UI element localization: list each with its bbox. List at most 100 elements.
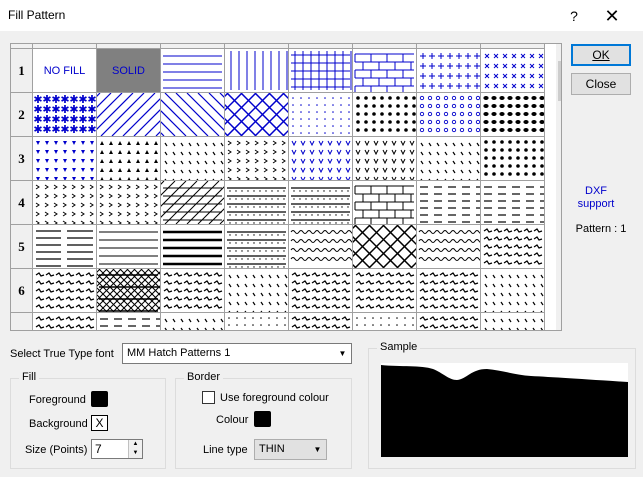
svg-text:✱: ✱ [42, 124, 51, 136]
pattern-swatch [356, 96, 416, 132]
pattern-cell[interactable] [417, 313, 481, 330]
pattern-cell[interactable] [481, 181, 545, 225]
dxf-support-label: DXF support [566, 185, 626, 211]
pattern-cell[interactable] [161, 225, 225, 269]
pattern-cell[interactable] [481, 93, 545, 137]
svg-text:✱: ✱ [69, 124, 78, 136]
ok-button[interactable]: OK [571, 44, 631, 66]
pattern-cell[interactable] [161, 269, 225, 313]
pattern-cell[interactable] [481, 49, 545, 93]
sample-preview [381, 363, 628, 457]
pattern-cell[interactable] [481, 313, 545, 330]
background-color-swatch[interactable]: X [91, 415, 108, 431]
pattern-cell[interactable] [161, 181, 225, 225]
pattern-cell[interactable] [353, 49, 417, 93]
pattern-cell[interactable] [33, 137, 97, 181]
pattern-swatch [100, 318, 160, 327]
pattern-cell[interactable] [289, 313, 353, 330]
pattern-swatch [164, 318, 224, 330]
window-title: Fill Pattern [8, 8, 66, 22]
pattern-cell[interactable] [417, 269, 481, 313]
close-icon[interactable]: ✕ [598, 4, 626, 28]
pattern-swatch [161, 93, 224, 136]
pattern-cell[interactable] [225, 93, 289, 137]
pattern-cell[interactable] [353, 269, 417, 313]
pattern-cell[interactable] [97, 181, 161, 225]
spin-down-icon[interactable]: ▼ [128, 449, 142, 458]
pattern-cell[interactable] [353, 313, 417, 330]
pattern-cell[interactable] [417, 225, 481, 269]
pattern-cell[interactable] [481, 137, 545, 181]
pattern-cell[interactable] [97, 313, 161, 330]
pattern-cell[interactable] [289, 93, 353, 137]
pattern-cell[interactable] [33, 181, 97, 225]
pattern-cell-solid[interactable]: SOLID [97, 49, 161, 93]
pattern-swatch [291, 316, 351, 329]
sample-group-title: Sample [377, 341, 421, 353]
pattern-swatch [291, 140, 351, 180]
pattern-cell[interactable]: ✱ ✱ ✱ ✱ ✱ ✱ ✱ ✱ ✱ ✱ ✱ ✱ ✱ ✱ ✱ ✱ ✱ ✱ ✱ ✱ ✱ ✱ ✱ ✱ ✱ ✱ ✱ ✱ [33, 93, 97, 137]
pattern-cell[interactable] [225, 269, 289, 313]
pattern-cell[interactable] [289, 225, 353, 269]
pattern-cell[interactable] [289, 49, 353, 93]
close-button[interactable]: Close [571, 73, 631, 95]
vertical-scrollbar[interactable]: ▲ ▼ [556, 44, 561, 330]
pattern-cell[interactable] [417, 49, 481, 93]
pattern-cell[interactable] [225, 225, 289, 269]
pattern-cell[interactable] [97, 93, 161, 137]
colour-label: Colour [216, 414, 249, 426]
use-foreground-checkbox[interactable] [202, 391, 215, 404]
pattern-swatch [227, 231, 286, 268]
pattern-cell[interactable] [97, 137, 161, 181]
pattern-cell[interactable] [97, 269, 161, 313]
pattern-cell[interactable] [353, 93, 417, 137]
pattern-cell[interactable] [289, 181, 353, 225]
scroll-up-icon[interactable]: ▲ [556, 44, 561, 61]
pattern-cell[interactable] [161, 49, 225, 93]
pattern-cell[interactable] [289, 137, 353, 181]
foreground-color-swatch[interactable] [91, 391, 108, 407]
pattern-swatch [227, 187, 286, 224]
pattern-swatch [228, 274, 288, 312]
pattern-swatch [161, 181, 224, 224]
pattern-cell[interactable] [33, 269, 97, 313]
pattern-cell[interactable] [161, 137, 225, 181]
pattern-cell[interactable] [417, 181, 481, 225]
pattern-cell[interactable] [417, 137, 481, 181]
pattern-cell[interactable] [225, 313, 289, 330]
pattern-cell[interactable] [161, 93, 225, 137]
pattern-swatch [419, 316, 479, 329]
border-color-swatch[interactable] [254, 411, 271, 427]
pattern-cell[interactable] [481, 225, 545, 269]
pattern-swatch [356, 317, 414, 326]
help-icon[interactable]: ? [560, 4, 588, 28]
pattern-cell[interactable] [33, 313, 97, 330]
size-spinner[interactable]: 7 ▲ ▼ [91, 439, 143, 459]
pattern-cell[interactable] [353, 181, 417, 225]
pattern-cell[interactable] [353, 225, 417, 269]
pattern-swatch [484, 140, 544, 176]
pattern-cell[interactable] [97, 225, 161, 269]
spin-up-icon[interactable]: ▲ [128, 440, 142, 449]
pattern-grid[interactable]: 1234567NO FILLSOLID✱✱✱✱✱✱✱✱✱✱✱✱✱✱✱✱✱✱✱✱✱… [10, 43, 562, 331]
pattern-cell-no-fill[interactable]: NO FILL [33, 49, 97, 93]
scroll-down-icon[interactable]: ▼ [556, 315, 561, 330]
pattern-cell[interactable] [225, 49, 289, 93]
pattern-cell[interactable] [161, 313, 225, 330]
scroll-thumb[interactable] [558, 61, 561, 101]
pattern-cell[interactable] [481, 269, 545, 313]
svg-text:✱: ✱ [60, 124, 69, 136]
pattern-cell[interactable] [225, 137, 289, 181]
pattern-swatch [163, 272, 223, 309]
pattern-cell[interactable] [353, 137, 417, 181]
line-type-select[interactable]: THIN ▼ [254, 439, 327, 460]
pattern-swatch [97, 269, 160, 312]
pattern-cell[interactable] [417, 93, 481, 137]
pattern-cell[interactable] [289, 269, 353, 313]
pattern-swatch [164, 142, 224, 180]
pattern-cell[interactable] [33, 225, 97, 269]
title-bar: Fill Pattern ? ✕ [0, 0, 643, 31]
pattern-cell[interactable] [225, 181, 289, 225]
font-select[interactable]: MM Hatch Patterns 1 ▼ [122, 343, 352, 364]
svg-text:✱: ✱ [87, 124, 96, 136]
